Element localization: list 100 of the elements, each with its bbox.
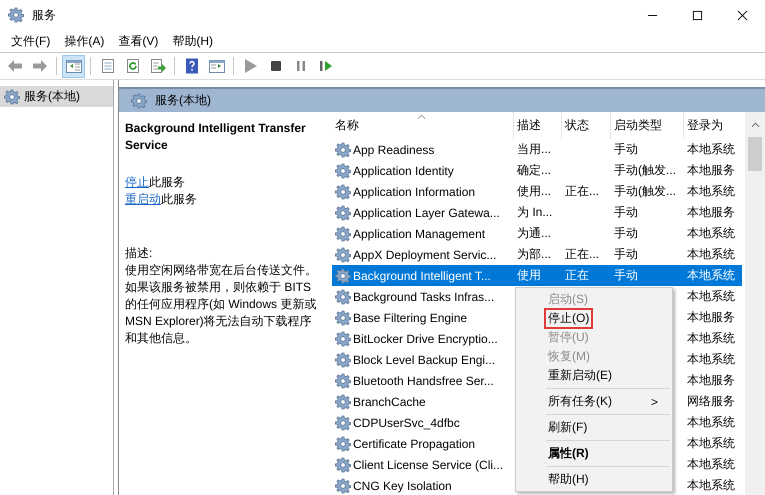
table-cell: 本地系统 bbox=[687, 267, 735, 284]
service-name-item[interactable]: AppX Deployment Servic... bbox=[332, 244, 514, 265]
gear-icon bbox=[335, 246, 351, 262]
gear-icon bbox=[335, 142, 351, 158]
table-cell: 使用 bbox=[517, 267, 541, 284]
scrollbar-thumb[interactable] bbox=[748, 137, 762, 171]
gear-icon bbox=[335, 184, 351, 200]
table-cell: 本地系统 bbox=[687, 351, 735, 368]
table-cell: 为部... bbox=[517, 246, 552, 263]
table-cell: 网络服务 bbox=[687, 393, 735, 410]
gear-icon bbox=[335, 436, 351, 452]
context-menu-item[interactable]: 帮助(H) bbox=[516, 470, 672, 489]
gear-icon bbox=[335, 456, 351, 472]
service-name-item[interactable]: App Readiness bbox=[332, 139, 514, 160]
window-pane-icon bbox=[64, 57, 82, 75]
service-name-item[interactable]: Client License Service (Cli... bbox=[332, 454, 514, 475]
menu-item[interactable]: 文件(F) bbox=[4, 32, 58, 50]
gear-icon bbox=[335, 414, 351, 430]
menu-item[interactable]: 操作(A) bbox=[57, 32, 112, 50]
window-pane-icon bbox=[208, 57, 226, 75]
service-action-link[interactable]: 停止 bbox=[125, 175, 149, 189]
table-cell: 为通... bbox=[517, 225, 552, 242]
service-name-item[interactable]: Application Management bbox=[332, 223, 514, 244]
service-action-link[interactable]: 重启动 bbox=[125, 192, 161, 206]
context-menu-item[interactable]: 刷新(F) bbox=[516, 418, 672, 437]
gear-icon bbox=[4, 88, 20, 104]
context-menu-item[interactable]: 重新启动(E) bbox=[516, 366, 672, 385]
export-icon bbox=[148, 57, 166, 75]
column-header[interactable]: 状态 bbox=[562, 112, 611, 139]
description-text: 使用空闲网络带宽在后台传送文件。如果该服务被禁用，则依赖于 BITS 的任何应用程序(如 Windows 更新或 MSN Explorer)将无法自动下载程序和其他信息。 bbox=[125, 262, 318, 347]
service-name-item[interactable]: CNG Key Isolation bbox=[332, 475, 514, 495]
service-name-item[interactable]: Background Tasks Infras... bbox=[332, 286, 514, 307]
gear-icon bbox=[335, 330, 351, 346]
table-cell: 本地服务 bbox=[687, 309, 735, 326]
scroll-up-icon[interactable] bbox=[750, 122, 760, 128]
service-name-item[interactable]: Application Layer Gatewa... bbox=[332, 202, 514, 223]
table-cell: 为 In... bbox=[517, 204, 552, 221]
table-cell: 手动 bbox=[614, 225, 638, 242]
gear-icon bbox=[335, 288, 351, 304]
service-name-item[interactable]: Block Level Backup Engi... bbox=[332, 349, 514, 370]
table-cell: 正在... bbox=[565, 246, 600, 263]
table-cell: 本地系统 bbox=[687, 330, 735, 347]
table-cell: 手动(触发... bbox=[614, 183, 676, 200]
gear-icon bbox=[335, 310, 351, 326]
context-menu-item[interactable]: 停止(O) bbox=[516, 309, 672, 328]
table-cell: 本地服务 bbox=[687, 372, 735, 389]
table-cell: 手动(触发... bbox=[614, 162, 676, 179]
table-cell: 本地系统 bbox=[687, 288, 735, 305]
column-header[interactable]: 名称 bbox=[332, 112, 514, 139]
tree-button[interactable] bbox=[62, 54, 85, 78]
table-cell: 手动 bbox=[614, 267, 638, 284]
table-cell: 本地系统 bbox=[687, 225, 735, 242]
table-cell: 确定... bbox=[517, 162, 552, 179]
table-cell: 使用... bbox=[517, 183, 552, 200]
table-cell: 本地服务 bbox=[687, 162, 735, 179]
menu-item[interactable]: 帮助(H) bbox=[165, 32, 220, 50]
gear-icon bbox=[335, 394, 351, 410]
service-name-item[interactable]: BitLocker Drive Encryptio... bbox=[332, 328, 514, 349]
table-cell: 本地系统 bbox=[687, 477, 735, 494]
service-name-item[interactable]: Application Information bbox=[332, 181, 514, 202]
table-cell: 本地系统 bbox=[687, 183, 735, 200]
gear-icon bbox=[335, 352, 351, 368]
submenu-arrow: > bbox=[650, 394, 658, 408]
pane-title: 服务(本地) bbox=[155, 92, 211, 109]
gear-icon bbox=[335, 162, 351, 178]
tree-item[interactable]: 服务(本地) bbox=[0, 86, 113, 107]
gear-icon bbox=[131, 92, 147, 108]
table-cell: 正在... bbox=[565, 183, 600, 200]
table-cell: 本地服务 bbox=[687, 204, 735, 221]
service-name-item[interactable]: Application Identity bbox=[332, 160, 514, 181]
column-header[interactable]: 登录为 bbox=[684, 112, 742, 139]
action-text: 此服务 bbox=[149, 175, 185, 189]
gear-icon bbox=[335, 372, 351, 388]
gear-icon bbox=[335, 204, 351, 220]
service-name-item[interactable]: Base Filtering Engine bbox=[332, 307, 514, 328]
table-cell: 手动 bbox=[614, 141, 638, 158]
forward-arrow-icon bbox=[30, 57, 48, 75]
table-cell: 手动 bbox=[614, 204, 638, 221]
table-cell: 本地系统 bbox=[687, 414, 735, 431]
action-text: 此服务 bbox=[161, 192, 197, 206]
window-title: 服务 bbox=[32, 6, 56, 24]
gear-icon bbox=[335, 226, 351, 242]
service-name-item[interactable]: Certificate Propagation bbox=[332, 433, 514, 454]
table-cell: 本地系统 bbox=[687, 246, 735, 263]
table-cell: 本地系统 bbox=[687, 141, 735, 158]
service-name-item[interactable]: BranchCache bbox=[332, 391, 514, 412]
column-header[interactable]: 启动类型 bbox=[611, 112, 684, 139]
column-header[interactable]: 描述 bbox=[514, 112, 562, 139]
table-cell: 正在 bbox=[565, 267, 589, 284]
app-icon bbox=[8, 7, 24, 23]
table-cell: 手动 bbox=[614, 246, 638, 263]
service-name-item[interactable]: Bluetooth Handsfree Ser... bbox=[332, 370, 514, 391]
menu-item[interactable]: 查看(V) bbox=[111, 32, 166, 50]
description-label: 描述: bbox=[125, 245, 154, 262]
context-menu-item[interactable]: 所有任务(K) > bbox=[516, 392, 672, 411]
service-name-item[interactable]: CDPUserSvc_4dfbc bbox=[332, 412, 514, 433]
context-menu-item[interactable]: 属性(R) bbox=[516, 444, 672, 463]
table-cell: 本地系统 bbox=[687, 435, 735, 452]
service-title: Background Intelligent Transfer Service bbox=[125, 120, 307, 154]
service-name-item[interactable]: Background Intelligent T... bbox=[332, 265, 514, 286]
